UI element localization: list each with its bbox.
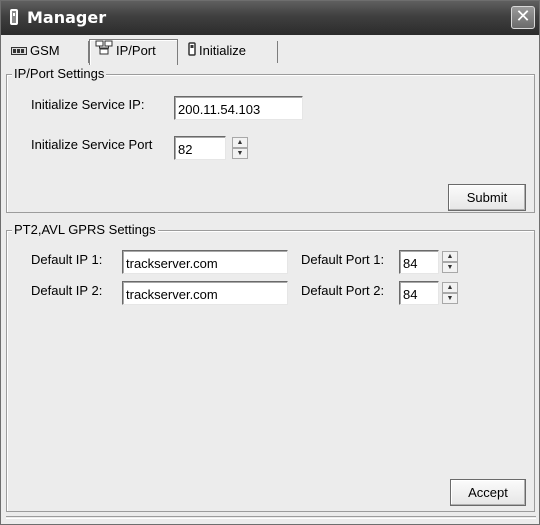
default-port1-input[interactable]: 84 <box>399 250 439 274</box>
default-port1-spinner[interactable]: ▲ ▼ <box>442 251 458 273</box>
close-button[interactable]: ✕ <box>511 6 535 29</box>
service-port-input[interactable]: 82 <box>174 136 226 160</box>
close-icon: ✕ <box>515 6 531 27</box>
spin-up-icon[interactable]: ▲ <box>232 137 248 148</box>
tab-gsm[interactable]: GSM <box>7 41 89 63</box>
service-ip-label: Initialize Service IP: <box>31 97 145 112</box>
app-icon <box>10 9 18 25</box>
tab-label: Initialize <box>199 43 246 58</box>
tab-label: GSM <box>30 43 60 58</box>
default-ip1-input[interactable]: trackserver.com <box>122 250 288 274</box>
tab-label: IP/Port <box>116 43 156 58</box>
default-port2-input[interactable]: 84 <box>399 281 439 305</box>
default-ip1-label: Default IP 1: <box>31 252 103 267</box>
spin-down-icon[interactable]: ▼ <box>442 262 458 273</box>
window-title: Manager <box>27 8 107 27</box>
tab-initialize[interactable]: Initialize <box>178 41 278 63</box>
spin-up-icon[interactable]: ▲ <box>442 251 458 262</box>
submit-button[interactable]: Submit <box>448 184 526 211</box>
spin-down-icon[interactable]: ▼ <box>232 148 248 159</box>
tab-ip-port[interactable]: IP/Port <box>89 39 178 65</box>
title-bar[interactable]: Manager ✕ <box>1 1 539 35</box>
service-ip-input[interactable]: 200.11.54.103 <box>174 96 303 120</box>
gsm-icon <box>11 42 27 62</box>
default-port2-spinner[interactable]: ▲ ▼ <box>442 282 458 304</box>
group-title: PT2,AVL GPRS Settings <box>12 222 158 238</box>
default-ip2-label: Default IP 2: <box>31 283 103 298</box>
spin-up-icon[interactable]: ▲ <box>442 282 458 293</box>
manager-window: Manager ✕ GSM IP/Port Initialize IP/Port… <box>0 0 540 525</box>
accept-button[interactable]: Accept <box>450 479 526 506</box>
spin-down-icon[interactable]: ▼ <box>442 293 458 304</box>
bottom-border <box>6 516 536 519</box>
group-title: IP/Port Settings <box>12 66 107 82</box>
network-icon <box>95 40 113 63</box>
service-port-label: Initialize Service Port <box>31 137 153 152</box>
default-port2-label: Default Port 2: <box>301 283 385 298</box>
service-port-spinner[interactable]: ▲ ▼ <box>232 137 248 159</box>
default-ip2-input[interactable]: trackserver.com <box>122 281 288 305</box>
device-icon <box>188 41 196 62</box>
default-port1-label: Default Port 1: <box>301 252 385 267</box>
